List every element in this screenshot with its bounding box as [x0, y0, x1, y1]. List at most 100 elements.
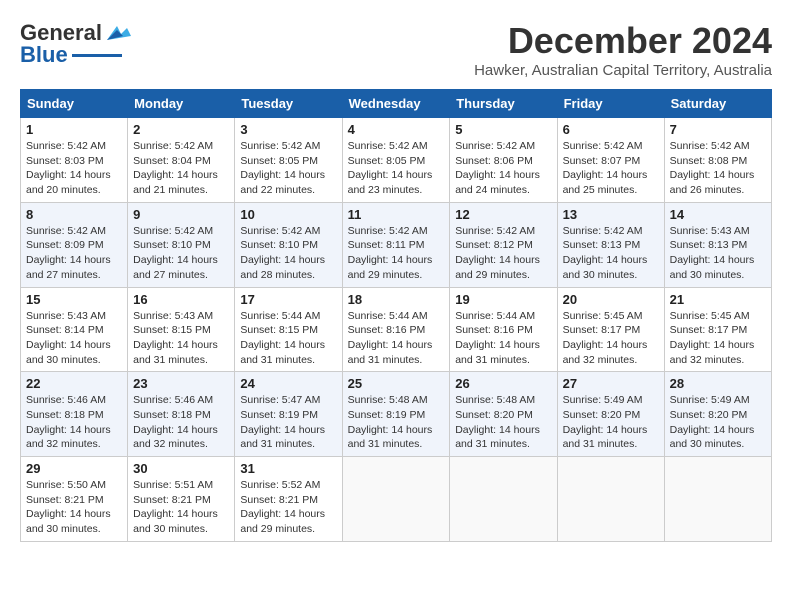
- sunset-text: Sunset: 8:21 PM: [240, 494, 318, 506]
- calendar-header-friday: Friday: [557, 90, 664, 118]
- day-info: Sunrise: 5:46 AM Sunset: 8:18 PM Dayligh…: [26, 393, 122, 452]
- calendar-week-row: 29 Sunrise: 5:50 AM Sunset: 8:21 PM Dayl…: [21, 457, 772, 542]
- day-info: Sunrise: 5:51 AM Sunset: 8:21 PM Dayligh…: [133, 478, 229, 537]
- daylight-text: Daylight: 14 hours and 29 minutes.: [455, 254, 540, 281]
- calendar-day-cell: 27 Sunrise: 5:49 AM Sunset: 8:20 PM Dayl…: [557, 372, 664, 457]
- calendar-header-wednesday: Wednesday: [342, 90, 450, 118]
- daylight-text: Daylight: 14 hours and 31 minutes.: [240, 339, 325, 366]
- daylight-text: Daylight: 14 hours and 31 minutes.: [563, 424, 648, 451]
- calendar-day-cell: 26 Sunrise: 5:48 AM Sunset: 8:20 PM Dayl…: [450, 372, 557, 457]
- day-number: 17: [240, 292, 336, 307]
- sunrise-text: Sunrise: 5:42 AM: [455, 225, 535, 237]
- sunrise-text: Sunrise: 5:42 AM: [240, 140, 320, 152]
- sunset-text: Sunset: 8:06 PM: [455, 155, 533, 167]
- logo: General Blue: [20, 20, 131, 68]
- sunrise-text: Sunrise: 5:42 AM: [348, 140, 428, 152]
- day-info: Sunrise: 5:44 AM Sunset: 8:16 PM Dayligh…: [348, 309, 445, 368]
- calendar-day-cell: 2 Sunrise: 5:42 AM Sunset: 8:04 PM Dayli…: [128, 118, 235, 203]
- day-number: 30: [133, 461, 229, 476]
- daylight-text: Daylight: 14 hours and 32 minutes.: [133, 424, 218, 451]
- calendar-day-cell: [450, 457, 557, 542]
- sunrise-text: Sunrise: 5:42 AM: [240, 225, 320, 237]
- day-info: Sunrise: 5:42 AM Sunset: 8:13 PM Dayligh…: [563, 224, 659, 283]
- sunrise-text: Sunrise: 5:52 AM: [240, 479, 320, 491]
- sunrise-text: Sunrise: 5:46 AM: [26, 394, 106, 406]
- sunset-text: Sunset: 8:12 PM: [455, 239, 533, 251]
- day-info: Sunrise: 5:42 AM Sunset: 8:06 PM Dayligh…: [455, 139, 551, 198]
- calendar-day-cell: 19 Sunrise: 5:44 AM Sunset: 8:16 PM Dayl…: [450, 287, 557, 372]
- day-info: Sunrise: 5:52 AM Sunset: 8:21 PM Dayligh…: [240, 478, 336, 537]
- sunrise-text: Sunrise: 5:42 AM: [563, 140, 643, 152]
- day-number: 28: [670, 376, 766, 391]
- calendar-day-cell: 6 Sunrise: 5:42 AM Sunset: 8:07 PM Dayli…: [557, 118, 664, 203]
- daylight-text: Daylight: 14 hours and 20 minutes.: [26, 169, 111, 196]
- sunset-text: Sunset: 8:03 PM: [26, 155, 104, 167]
- day-info: Sunrise: 5:46 AM Sunset: 8:18 PM Dayligh…: [133, 393, 229, 452]
- sunset-text: Sunset: 8:10 PM: [133, 239, 211, 251]
- day-number: 21: [670, 292, 766, 307]
- calendar-day-cell: 22 Sunrise: 5:46 AM Sunset: 8:18 PM Dayl…: [21, 372, 128, 457]
- calendar-day-cell: 9 Sunrise: 5:42 AM Sunset: 8:10 PM Dayli…: [128, 202, 235, 287]
- logo-bird-icon: [103, 22, 131, 44]
- sunset-text: Sunset: 8:20 PM: [670, 409, 748, 421]
- calendar-header-monday: Monday: [128, 90, 235, 118]
- day-info: Sunrise: 5:42 AM Sunset: 8:09 PM Dayligh…: [26, 224, 122, 283]
- day-number: 13: [563, 207, 659, 222]
- daylight-text: Daylight: 14 hours and 23 minutes.: [348, 169, 433, 196]
- sunrise-text: Sunrise: 5:44 AM: [455, 310, 535, 322]
- sunset-text: Sunset: 8:11 PM: [348, 239, 425, 251]
- day-info: Sunrise: 5:42 AM Sunset: 8:03 PM Dayligh…: [26, 139, 122, 198]
- day-number: 1: [26, 122, 122, 137]
- sunset-text: Sunset: 8:19 PM: [348, 409, 426, 421]
- sunset-text: Sunset: 8:18 PM: [133, 409, 211, 421]
- sunrise-text: Sunrise: 5:49 AM: [670, 394, 750, 406]
- day-number: 19: [455, 292, 551, 307]
- daylight-text: Daylight: 14 hours and 30 minutes.: [563, 254, 648, 281]
- daylight-text: Daylight: 14 hours and 29 minutes.: [348, 254, 433, 281]
- sunset-text: Sunset: 8:13 PM: [670, 239, 748, 251]
- calendar-week-row: 8 Sunrise: 5:42 AM Sunset: 8:09 PM Dayli…: [21, 202, 772, 287]
- day-number: 25: [348, 376, 445, 391]
- day-number: 27: [563, 376, 659, 391]
- sunset-text: Sunset: 8:15 PM: [240, 324, 318, 336]
- calendar-day-cell: 7 Sunrise: 5:42 AM Sunset: 8:08 PM Dayli…: [664, 118, 771, 203]
- day-info: Sunrise: 5:44 AM Sunset: 8:15 PM Dayligh…: [240, 309, 336, 368]
- calendar-day-cell: 14 Sunrise: 5:43 AM Sunset: 8:13 PM Dayl…: [664, 202, 771, 287]
- sunrise-text: Sunrise: 5:42 AM: [670, 140, 750, 152]
- sunset-text: Sunset: 8:13 PM: [563, 239, 641, 251]
- sunset-text: Sunset: 8:16 PM: [348, 324, 426, 336]
- day-number: 22: [26, 376, 122, 391]
- day-info: Sunrise: 5:42 AM Sunset: 8:07 PM Dayligh…: [563, 139, 659, 198]
- location-title: Hawker, Australian Capital Territory, Au…: [474, 62, 772, 79]
- sunrise-text: Sunrise: 5:42 AM: [455, 140, 535, 152]
- daylight-text: Daylight: 14 hours and 32 minutes.: [563, 339, 648, 366]
- daylight-text: Daylight: 14 hours and 29 minutes.: [240, 508, 325, 535]
- daylight-text: Daylight: 14 hours and 21 minutes.: [133, 169, 218, 196]
- calendar-header-sunday: Sunday: [21, 90, 128, 118]
- day-info: Sunrise: 5:48 AM Sunset: 8:20 PM Dayligh…: [455, 393, 551, 452]
- calendar-week-row: 22 Sunrise: 5:46 AM Sunset: 8:18 PM Dayl…: [21, 372, 772, 457]
- day-number: 4: [348, 122, 445, 137]
- sunrise-text: Sunrise: 5:45 AM: [563, 310, 643, 322]
- day-info: Sunrise: 5:42 AM Sunset: 8:10 PM Dayligh…: [133, 224, 229, 283]
- sunrise-text: Sunrise: 5:45 AM: [670, 310, 750, 322]
- day-info: Sunrise: 5:49 AM Sunset: 8:20 PM Dayligh…: [670, 393, 766, 452]
- calendar-day-cell: 5 Sunrise: 5:42 AM Sunset: 8:06 PM Dayli…: [450, 118, 557, 203]
- calendar-day-cell: 25 Sunrise: 5:48 AM Sunset: 8:19 PM Dayl…: [342, 372, 450, 457]
- calendar-day-cell: 30 Sunrise: 5:51 AM Sunset: 8:21 PM Dayl…: [128, 457, 235, 542]
- calendar-day-cell: 11 Sunrise: 5:42 AM Sunset: 8:11 PM Dayl…: [342, 202, 450, 287]
- sunset-text: Sunset: 8:20 PM: [563, 409, 641, 421]
- calendar-day-cell: 18 Sunrise: 5:44 AM Sunset: 8:16 PM Dayl…: [342, 287, 450, 372]
- sunset-text: Sunset: 8:14 PM: [26, 324, 104, 336]
- day-number: 5: [455, 122, 551, 137]
- day-info: Sunrise: 5:50 AM Sunset: 8:21 PM Dayligh…: [26, 478, 122, 537]
- calendar-day-cell: 23 Sunrise: 5:46 AM Sunset: 8:18 PM Dayl…: [128, 372, 235, 457]
- daylight-text: Daylight: 14 hours and 28 minutes.: [240, 254, 325, 281]
- day-info: Sunrise: 5:45 AM Sunset: 8:17 PM Dayligh…: [670, 309, 766, 368]
- sunrise-text: Sunrise: 5:50 AM: [26, 479, 106, 491]
- daylight-text: Daylight: 14 hours and 31 minutes.: [240, 424, 325, 451]
- calendar-day-cell: 20 Sunrise: 5:45 AM Sunset: 8:17 PM Dayl…: [557, 287, 664, 372]
- sunset-text: Sunset: 8:19 PM: [240, 409, 318, 421]
- calendar-day-cell: 3 Sunrise: 5:42 AM Sunset: 8:05 PM Dayli…: [235, 118, 342, 203]
- calendar-day-cell: [557, 457, 664, 542]
